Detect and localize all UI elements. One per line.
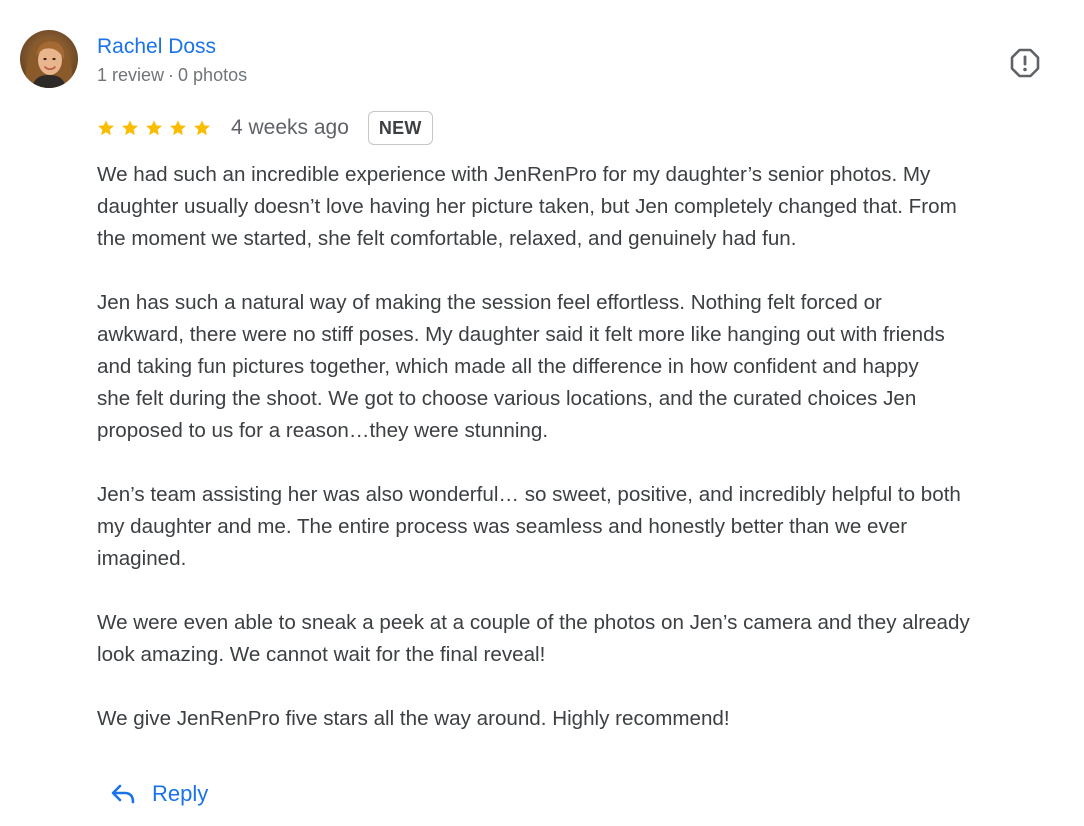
review-paragraph: Jen has such a natural way of making the… (97, 291, 945, 442)
star-rating (97, 119, 211, 137)
star-icon (98, 120, 114, 136)
star-icon (194, 120, 210, 136)
star-icon (122, 120, 138, 136)
reply-button[interactable]: Reply (110, 774, 208, 814)
reviewer-name[interactable]: Rachel Doss (97, 34, 216, 60)
review-text: We had such an incredible experience wit… (97, 159, 1072, 735)
meta-separator: · (168, 65, 175, 85)
photo-count: 0 photos (178, 65, 248, 85)
review-card: Rachel Doss 1 review · 0 photos 4 weeks ag… (0, 0, 1084, 826)
user-photo-avatar-icon (20, 30, 78, 88)
report-review-button[interactable] (1005, 43, 1045, 83)
review-paragraph: We give JenRenPro five stars all the way… (97, 707, 730, 730)
report-icon (1010, 48, 1040, 78)
reply-arrow-icon (111, 784, 135, 804)
review-paragraph: Jen’s team assisting her was also wonder… (97, 483, 961, 570)
reply-label: Reply (152, 781, 209, 806)
star-icon (146, 120, 162, 136)
avatar[interactable] (20, 30, 78, 88)
reviewer-meta: 1 review · 0 photos (97, 64, 247, 86)
star-icon (170, 120, 186, 136)
new-badge: NEW (367, 111, 433, 145)
review-paragraph: We had such an incredible experience wit… (97, 163, 957, 250)
review-count: 1 review (97, 65, 165, 85)
review-time: 4 weeks ago (231, 116, 349, 139)
rating-row: 4 weeks ago NEW (97, 109, 433, 147)
review-paragraph: We were even able to sneak a peek at a c… (97, 611, 970, 666)
